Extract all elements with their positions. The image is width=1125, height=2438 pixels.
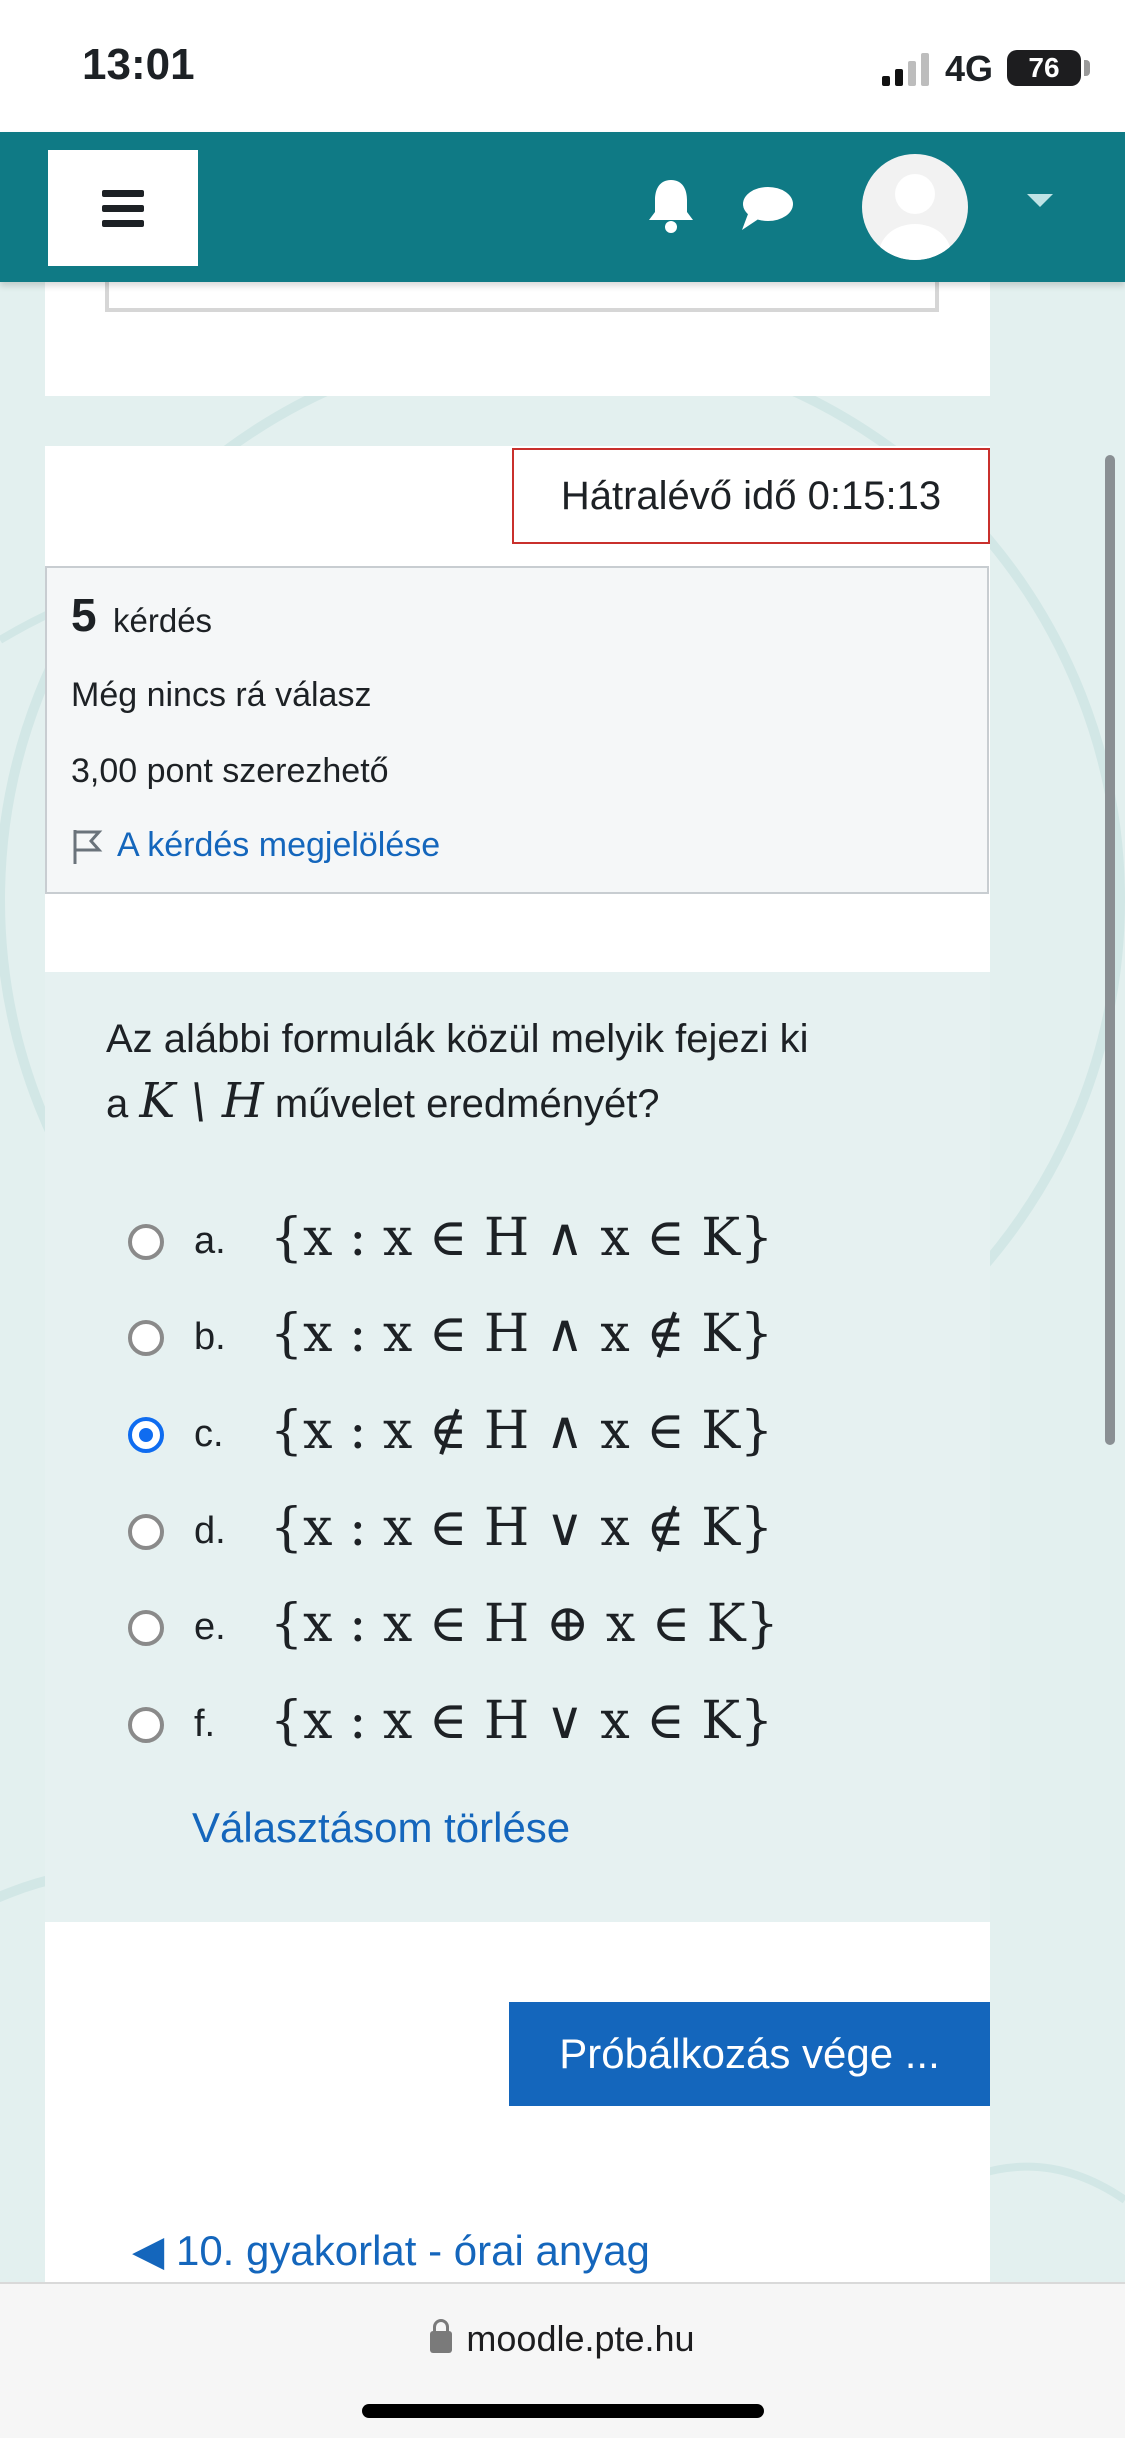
answer-formula: {x : x ∈ H ∧ x ∉ K}: [270, 1304, 774, 1364]
moodle-navbar: [0, 132, 1125, 282]
network-type: 4G: [945, 48, 994, 89]
question-info-box: 5 kérdés Még nincs rá válasz 3,00 pont s…: [45, 566, 989, 894]
radio-c-selected[interactable]: [128, 1417, 164, 1453]
menu-button[interactable]: [48, 150, 198, 266]
battery-tip: [1084, 60, 1090, 76]
answer-letter: d.: [194, 1510, 226, 1552]
question-state: Még nincs rá válasz: [71, 676, 372, 714]
previous-content-card: [45, 282, 990, 396]
bell-icon[interactable]: [644, 176, 698, 236]
browser-address-bar[interactable]: moodle.pte.hu: [0, 2282, 1125, 2438]
question-math: K \ H: [139, 1073, 264, 1129]
clock: 13:01: [82, 40, 195, 89]
finish-attempt-button[interactable]: Próbálkozás vége ...: [509, 2002, 990, 2106]
radio-e[interactable]: [128, 1610, 164, 1646]
previous-activity-link[interactable]: ◀ 10. gyakorlat - órai anyag: [132, 2226, 650, 2275]
radio-d[interactable]: [128, 1514, 164, 1550]
radio-a[interactable]: [128, 1224, 164, 1260]
answer-formula: {x : x ∈ H ∧ x ∈ K}: [270, 1208, 774, 1268]
question-text-suffix: művelet eredményét?: [274, 1082, 660, 1126]
question-grade: 3,00 pont szerezhető: [71, 752, 389, 790]
radio-f[interactable]: [128, 1707, 164, 1743]
answer-formula: {x : x ∈ H ∨ x ∉ K}: [270, 1498, 774, 1558]
hamburger-icon-bar: [102, 205, 144, 212]
clear-choice-link[interactable]: Választásom törlése: [192, 1804, 570, 1852]
answer-letter: e.: [194, 1606, 226, 1648]
radio-b[interactable]: [128, 1320, 164, 1356]
question-number: 5: [71, 589, 97, 641]
answer-letter: b.: [194, 1316, 226, 1358]
flag-label: A kérdés megjelölése: [117, 826, 441, 864]
url-text: moodle.pte.hu: [466, 2318, 695, 2359]
content-frame: [105, 282, 939, 312]
user-avatar[interactable]: [862, 154, 968, 260]
question-text-line-2: a K \ H művelet eredményét?: [106, 1070, 966, 1135]
chat-bubble-icon[interactable]: [740, 184, 794, 232]
cellular-signal-icon: [882, 53, 929, 86]
battery-icon: 76: [1007, 50, 1081, 86]
question-text: Az alábbi formulák közül melyik fejezi k…: [106, 1008, 966, 1135]
flag-icon: [73, 830, 103, 864]
answer-formula: {x : x ∈ H ⊕ x ∈ K}: [270, 1594, 779, 1654]
scrollbar[interactable]: [1105, 455, 1115, 1445]
home-indicator[interactable]: [362, 2404, 764, 2418]
answer-letter: f.: [194, 1703, 216, 1745]
answer-letter: a.: [194, 1220, 226, 1262]
caret-down-icon[interactable]: [1027, 194, 1053, 207]
question-text-prefix: a: [106, 1082, 129, 1126]
quiz-timer: Hátralévő idő 0:15:13: [512, 448, 990, 544]
url-display[interactable]: moodle.pte.hu: [0, 2318, 1125, 2360]
answer-letter: c.: [194, 1413, 224, 1455]
question-text-line-1: Az alábbi formulák közül melyik fejezi k…: [106, 1017, 809, 1061]
battery-level: 76: [1028, 52, 1060, 83]
question-label: kérdés: [113, 602, 213, 639]
answer-formula: {x : x ∉ H ∧ x ∈ K}: [270, 1401, 774, 1461]
answer-formula: {x : x ∈ H ∨ x ∈ K}: [270, 1691, 774, 1751]
hamburger-icon: [102, 190, 144, 197]
hamburger-icon-bar: [102, 220, 144, 227]
user-silhouette-icon: [879, 174, 951, 260]
ios-status-bar: 13:01 4G 76: [0, 0, 1125, 132]
lock-icon: [430, 2319, 453, 2353]
